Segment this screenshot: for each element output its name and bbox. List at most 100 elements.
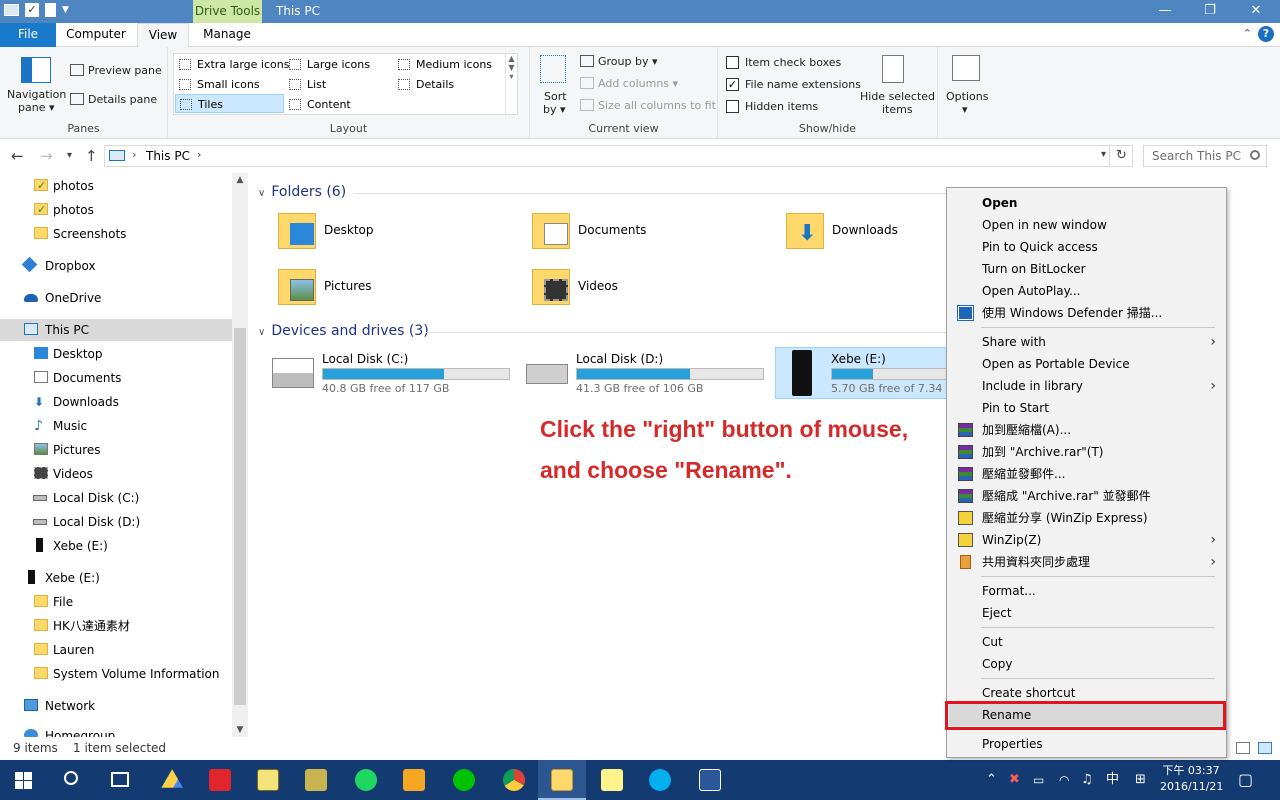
ime-indicator[interactable]: 中 — [1106, 760, 1119, 800]
menu-item-turn-on-bitlocker[interactable]: Turn on BitLocker — [949, 258, 1224, 280]
nav-item-photos-2[interactable]: photos — [0, 199, 232, 221]
layout-small-icons[interactable]: Small icons — [175, 75, 285, 94]
taskbar-folder-app[interactable] — [292, 760, 340, 800]
back-arrow-icon[interactable]: ← — [11, 147, 24, 165]
menu-item-properties[interactable]: Properties — [949, 733, 1224, 755]
menu-item-format[interactable]: Format... — [949, 580, 1224, 602]
tab-manage[interactable]: Manage — [192, 23, 262, 47]
nav-item-local-disk-d[interactable]: Local Disk (D:) — [0, 511, 232, 533]
details-pane-button[interactable]: Details pane — [68, 90, 164, 110]
nav-item-this-pc[interactable]: This PC — [0, 319, 232, 341]
maximize-button[interactable]: ❐ — [1187, 0, 1233, 23]
hidden-items-toggle[interactable]: Hidden items — [724, 98, 854, 116]
search-button[interactable] — [48, 760, 96, 800]
menu-item-open-new-window[interactable]: Open in new window — [949, 214, 1224, 236]
item-check-boxes-checkbox[interactable] — [726, 56, 739, 69]
nav-scroll-thumb[interactable] — [234, 328, 246, 705]
nav-item-system-volume-information[interactable]: System Volume Information — [0, 663, 232, 685]
menu-item-cut[interactable]: Cut — [949, 631, 1224, 653]
taskbar-line[interactable] — [440, 760, 488, 800]
wifi-icon[interactable]: ◠ — [1059, 760, 1069, 800]
volume-icon[interactable]: ♫ — [1081, 760, 1093, 800]
forward-arrow-icon[interactable]: → — [40, 147, 53, 165]
clock[interactable]: 下午 03:37 2016/11/21 — [1160, 763, 1223, 795]
new-folder-icon[interactable] — [45, 3, 56, 17]
nav-item-screenshots[interactable]: Screenshots — [0, 223, 232, 245]
large-icons-view-icon[interactable] — [1258, 742, 1272, 754]
layout-large-icons[interactable]: Large icons — [285, 55, 393, 74]
drive-tile-local-disk-d[interactable]: Local Disk (D:) 41.3 GB free of 106 GB — [526, 348, 766, 400]
tab-computer[interactable]: Computer — [58, 23, 134, 47]
security-tray-icon[interactable]: ✖ — [1009, 760, 1020, 800]
menu-item-pin-quick-access[interactable]: Pin to Quick access — [949, 236, 1224, 258]
chevron-right-icon[interactable]: › — [197, 148, 201, 161]
file-name-extensions-toggle[interactable]: ✓ File name extensions — [724, 76, 861, 94]
folder-tile-documents[interactable]: Documents — [532, 209, 772, 259]
nav-item-local-disk-c[interactable]: Local Disk (C:) — [0, 487, 232, 509]
menu-item-copy[interactable]: Copy — [949, 653, 1224, 675]
menu-item-winzip-express[interactable]: 壓縮並分享 (WinZip Express) — [949, 507, 1224, 529]
breadcrumb-this-pc[interactable]: This PC — [146, 149, 190, 163]
scroll-up-icon[interactable]: ▲ — [232, 175, 248, 185]
layout-medium-icons[interactable]: Medium icons — [394, 55, 504, 74]
recent-locations-icon[interactable]: ▾ — [67, 150, 72, 161]
taskbar-notepad[interactable] — [244, 760, 292, 800]
taskbar-spotify[interactable] — [342, 760, 390, 800]
show-hidden-icons[interactable]: ⌃ — [986, 760, 997, 800]
menu-item-winzip[interactable]: WinZip(Z) › — [949, 529, 1224, 551]
menu-item-eject[interactable]: Eject — [949, 602, 1224, 624]
chevron-down-icon[interactable]: ▾ — [1101, 149, 1106, 160]
group-by-button[interactable]: Group by ▾ — [578, 52, 714, 72]
chevron-up-icon[interactable]: ⌃ — [1243, 27, 1252, 40]
refresh-button[interactable]: ↻ — [1111, 145, 1133, 167]
layout-list[interactable]: List — [285, 75, 393, 94]
sort-by-button[interactable]: Sort by ▾ — [536, 53, 572, 117]
folder-tile-pictures[interactable]: Pictures — [278, 265, 518, 315]
details-view-icon[interactable] — [1236, 742, 1250, 754]
nav-item-documents[interactable]: Documents — [0, 367, 232, 389]
nav-item-downloads[interactable]: ⬇ Downloads — [0, 391, 232, 413]
chevron-right-icon[interactable]: › — [132, 148, 136, 161]
nav-item-videos[interactable]: Videos — [0, 463, 232, 485]
menu-item-add-to-archive-rar[interactable]: 加到 "Archive.rar"(T) — [949, 441, 1224, 463]
scroll-down-icon[interactable]: ▼ — [232, 725, 248, 735]
properties-check-icon[interactable]: ✓ — [25, 3, 39, 17]
nav-item-desktop[interactable]: Desktop — [0, 343, 232, 365]
add-columns-button[interactable]: Add columns ▾ — [578, 74, 714, 94]
menu-item-open-autoplay[interactable]: Open AutoPlay... — [949, 280, 1224, 302]
task-view-button[interactable] — [96, 760, 144, 800]
tab-view[interactable]: View — [137, 23, 189, 48]
folders-group-header[interactable]: ∨ Folders (6) — [258, 184, 346, 200]
menu-item-pin-to-start[interactable]: Pin to Start — [949, 397, 1224, 419]
menu-item-add-to-archive[interactable]: 加到壓縮檔(A)... — [949, 419, 1224, 441]
menu-item-open-portable-device[interactable]: Open as Portable Device — [949, 353, 1224, 375]
taskbar-file-explorer[interactable] — [538, 760, 586, 800]
folder-tile-videos[interactable]: Videos — [532, 265, 772, 315]
layout-details[interactable]: Details — [394, 75, 504, 94]
nav-item-music[interactable]: ♪ Music — [0, 415, 232, 437]
pc-icon[interactable] — [4, 4, 19, 16]
devices-group-header[interactable]: ∨ Devices and drives (3) — [258, 323, 429, 339]
minimize-button[interactable]: — — [1142, 0, 1188, 23]
layout-content[interactable]: Content — [285, 95, 393, 114]
menu-item-share-with[interactable]: Share with › — [949, 331, 1224, 353]
customize-dropdown-icon[interactable]: ▼ — [62, 3, 72, 17]
up-arrow-icon[interactable]: ↑ — [85, 147, 98, 165]
address-bar[interactable]: › This PC › ▾ — [104, 145, 1110, 167]
drive-tile-local-disk-c[interactable]: Local Disk (C:) 40.8 GB free of 117 GB — [272, 348, 512, 400]
taskbar-chrome[interactable] — [490, 760, 538, 800]
taskbar-skype[interactable] — [636, 760, 684, 800]
nav-item-lauren[interactable]: Lauren — [0, 639, 232, 661]
action-center-icon[interactable]: ▢ — [1238, 760, 1253, 800]
preview-pane-button[interactable]: Preview pane — [68, 61, 164, 81]
nav-item-onedrive[interactable]: OneDrive — [0, 287, 232, 309]
layout-extra-large-icons[interactable]: Extra large icons — [175, 55, 289, 74]
taskbar-sticky-notes[interactable] — [588, 760, 636, 800]
nav-item-hk-octopus[interactable]: HK八達通素材 — [0, 615, 232, 637]
taskbar-google-drive[interactable] — [148, 760, 196, 800]
folder-tile-desktop[interactable]: Desktop — [278, 209, 518, 259]
options-button[interactable]: Options ▾ — [940, 53, 992, 117]
taskbar-outlook[interactable] — [390, 760, 438, 800]
search-input[interactable]: Search This PC — [1143, 145, 1267, 167]
menu-item-compress-rar-email[interactable]: 壓縮成 "Archive.rar" 並發郵件 — [949, 485, 1224, 507]
